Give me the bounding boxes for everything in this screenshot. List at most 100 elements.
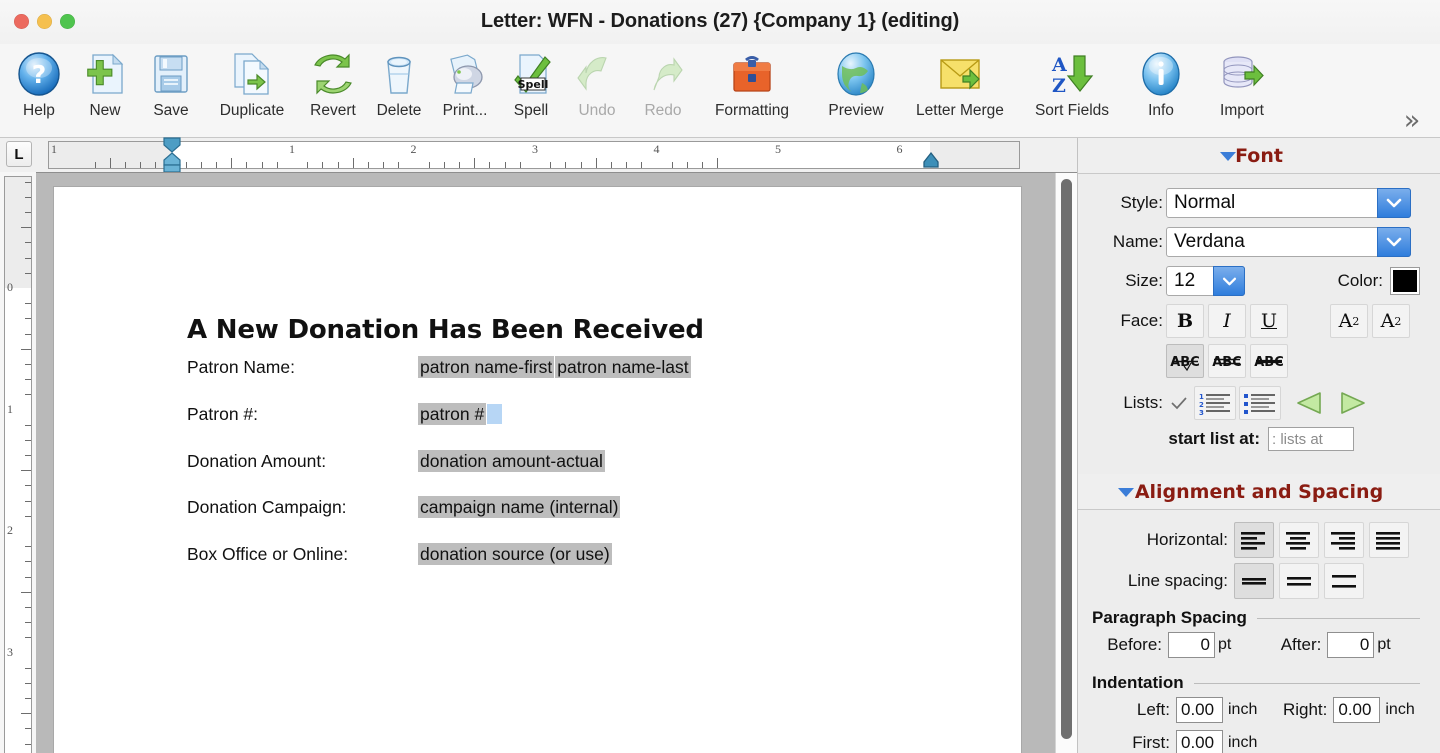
- style-label: Style:: [1120, 193, 1163, 212]
- document-vertical-scrollbar[interactable]: [1055, 173, 1077, 753]
- before-unit: pt: [1218, 636, 1232, 653]
- tab-stop-button[interactable]: L: [6, 141, 32, 167]
- font-name-combobox[interactable]: Verdana: [1166, 227, 1411, 257]
- ruler-tick: [398, 162, 400, 168]
- space-after-input[interactable]: 0: [1327, 632, 1375, 658]
- horizontal-ruler[interactable]: 1 2 3 4 5 6 1: [48, 137, 1020, 173]
- svg-text:2: 2: [1199, 401, 1204, 409]
- align-center-button[interactable]: [1279, 522, 1319, 558]
- start-list-at-input[interactable]: : lists at: [1268, 427, 1354, 451]
- align-justify-button[interactable]: [1369, 522, 1409, 558]
- numbered-list-button[interactable]: 1 2 3: [1194, 386, 1236, 420]
- ruler-margin-zone: [929, 142, 1019, 168]
- strikethrough-button[interactable]: ABC: [1166, 344, 1204, 378]
- toolbar-label: Undo: [578, 102, 616, 119]
- indent-right-input[interactable]: 0.00: [1333, 697, 1381, 723]
- undo-icon: [577, 57, 607, 91]
- superscript-button[interactable]: A2: [1330, 304, 1368, 338]
- field-row-values[interactable]: donation source (or use): [418, 543, 613, 565]
- increase-indent-button[interactable]: [1333, 386, 1373, 420]
- new-icon: [87, 53, 124, 94]
- merge-field-chip[interactable]: patron name-last: [555, 356, 691, 378]
- font-size-dropdown-chevron-down-icon[interactable]: [1213, 266, 1245, 296]
- toolbar-button-new[interactable]: New: [72, 44, 138, 136]
- font-color-swatch[interactable]: [1391, 268, 1419, 294]
- field-row-values[interactable]: patron name-first patron name-last: [418, 356, 692, 378]
- no-list-button[interactable]: [1166, 386, 1192, 420]
- toolbar-button-info[interactable]: Info: [1128, 44, 1194, 136]
- toolbar-button-help[interactable]: ? Help: [6, 44, 72, 136]
- ruler-tick: [25, 242, 31, 244]
- disclosure-triangle-icon[interactable]: [1118, 488, 1134, 497]
- toolbar-button-duplicate[interactable]: Duplicate: [204, 44, 300, 136]
- disclosure-triangle-icon[interactable]: [1220, 152, 1236, 161]
- ruler-tick: [25, 500, 31, 502]
- toolbar-button-spell[interactable]: Spell Spell: [498, 44, 564, 136]
- font-size-combobox[interactable]: 12: [1166, 266, 1245, 296]
- ruler-number: 2: [410, 142, 417, 156]
- ruler-tick: [550, 162, 552, 168]
- ruler-tick: [25, 212, 31, 214]
- toolbar-button-sort-fields[interactable]: A Z Sort Fields: [1016, 44, 1128, 136]
- line-spacing-double-button[interactable]: [1324, 563, 1364, 599]
- field-row-values[interactable]: campaign name (internal): [418, 496, 621, 518]
- merge-field-chip[interactable]: patron name-first: [418, 356, 555, 378]
- ruler-tick: [25, 485, 31, 487]
- align-left-button[interactable]: [1234, 522, 1274, 558]
- field-row-values[interactable]: patron #: [418, 403, 503, 425]
- toolbar-button-undo[interactable]: Undo: [564, 44, 630, 136]
- space-before-input[interactable]: 0: [1168, 632, 1215, 658]
- style-dropdown-chevron-down-icon[interactable]: [1377, 188, 1411, 218]
- indent-first-input[interactable]: 0.00: [1176, 730, 1223, 753]
- double-strikethrough-button[interactable]: ABC: [1208, 344, 1246, 378]
- ruler-number: 0: [7, 280, 13, 294]
- alignment-section-header[interactable]: Alignment and Spacing: [1078, 474, 1440, 510]
- font-name-dropdown-chevron-down-icon[interactable]: [1377, 227, 1411, 257]
- ruler-number: 2: [7, 523, 13, 537]
- align-right-button[interactable]: [1324, 522, 1364, 558]
- toolbar-button-print[interactable]: Print...: [432, 44, 498, 136]
- underline-button[interactable]: U: [1250, 304, 1288, 338]
- ruler-tick: [25, 181, 31, 183]
- ruler-tick: [185, 162, 187, 168]
- toolbar-label: Help: [23, 102, 55, 119]
- bulleted-list-button[interactable]: [1239, 386, 1281, 420]
- ruler-tick: [25, 439, 31, 441]
- toolbar-button-import[interactable]: Import: [1194, 44, 1290, 136]
- toolbar-button-delete[interactable]: Delete: [366, 44, 432, 136]
- line-spacing-onehalf-button[interactable]: [1279, 563, 1319, 599]
- decrease-indent-button[interactable]: [1289, 386, 1329, 420]
- font-section-header[interactable]: Font: [1078, 138, 1440, 174]
- toolbar-button-revert[interactable]: Revert: [300, 44, 366, 136]
- toolbar-label: New: [89, 102, 121, 119]
- thick-strikethrough-button[interactable]: ABC: [1250, 344, 1288, 378]
- style-combobox[interactable]: Normal: [1166, 188, 1411, 218]
- toolbar-button-formatting[interactable]: Formatting: [696, 44, 808, 136]
- document-canvas[interactable]: A New Donation Has Been Received Patron …: [36, 172, 1077, 753]
- ruler-tick: [25, 606, 31, 608]
- save-icon: [154, 55, 188, 93]
- field-row-values[interactable]: donation amount-actual: [418, 450, 606, 472]
- document-page[interactable]: A New Donation Has Been Received Patron …: [54, 187, 1021, 753]
- ruler-tick: [200, 162, 202, 168]
- vertical-ruler[interactable]: 0 1 2 3: [4, 176, 32, 753]
- ruler-tick: [21, 591, 31, 593]
- scrollbar-thumb[interactable]: [1061, 179, 1072, 739]
- merge-field-chip[interactable]: patron #: [418, 403, 487, 425]
- toolbar-button-save[interactable]: Save: [138, 44, 204, 136]
- window-title: Letter: WFN - Donations (27) {Company 1}…: [480, 10, 960, 32]
- italic-button[interactable]: I: [1208, 304, 1246, 338]
- indent-left-input[interactable]: 0.00: [1176, 697, 1223, 723]
- merge-field-chip[interactable]: donation amount-actual: [418, 450, 605, 472]
- merge-field-chip[interactable]: campaign name (internal): [418, 496, 621, 518]
- toolbar-overflow-button[interactable]: »: [1392, 100, 1432, 140]
- toolbar-button-preview[interactable]: Preview: [808, 44, 904, 136]
- ruler-tick: [25, 272, 31, 274]
- line-spacing-single-button[interactable]: [1234, 563, 1274, 599]
- bold-button[interactable]: B: [1166, 304, 1204, 338]
- toolbar-button-letter-merge[interactable]: Letter Merge: [904, 44, 1016, 136]
- line-spacing-label: Line spacing:: [1127, 571, 1228, 590]
- merge-field-chip[interactable]: donation source (or use): [418, 543, 612, 565]
- subscript-button[interactable]: A2: [1372, 304, 1410, 338]
- toolbar-button-redo[interactable]: Redo: [630, 44, 696, 136]
